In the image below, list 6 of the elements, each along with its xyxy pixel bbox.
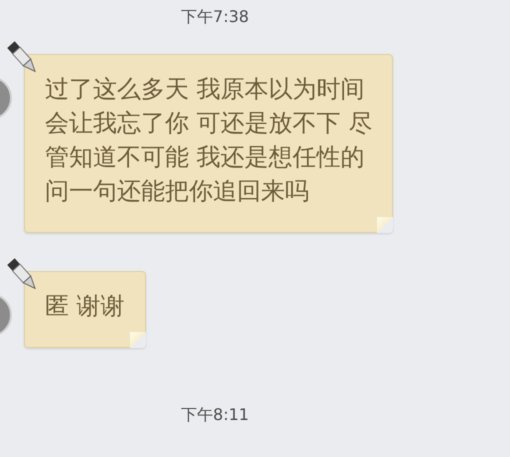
timestamp: 下午8:11: [181, 404, 249, 426]
message-text: 匿 谢谢: [45, 291, 125, 322]
message-text: 过了这么多天 我原本以为时间 会让我忘了你 可还是放不下 尽 管知道不可能 我还是想任性的 问一句还能把你追回来吗: [45, 74, 372, 207]
page-curl-icon: [130, 332, 146, 348]
timestamp: 下午7:38: [181, 6, 249, 28]
page-curl-icon: [377, 217, 394, 233]
